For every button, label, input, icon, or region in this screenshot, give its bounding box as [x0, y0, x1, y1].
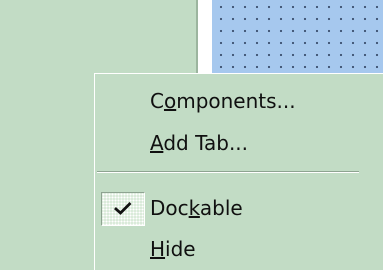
menu-separator	[97, 171, 359, 173]
menu-item-dockable[interactable]: Dockable	[95, 191, 383, 226]
menu-item-components[interactable]: Components...	[95, 84, 383, 118]
menu-item-label: Components...	[150, 89, 296, 113]
context-menu: Components... Add Tab... Dockable Hide	[94, 73, 383, 270]
checkmark-icon	[114, 202, 132, 215]
menu-item-add-tab[interactable]: Add Tab...	[95, 126, 383, 160]
menu-item-label: Hide	[150, 237, 196, 261]
menu-item-hide[interactable]: Hide	[95, 232, 383, 266]
menu-item-label: Dockable	[150, 196, 243, 220]
checked-state-box	[101, 192, 145, 226]
menu-item-label: Add Tab...	[150, 131, 249, 155]
